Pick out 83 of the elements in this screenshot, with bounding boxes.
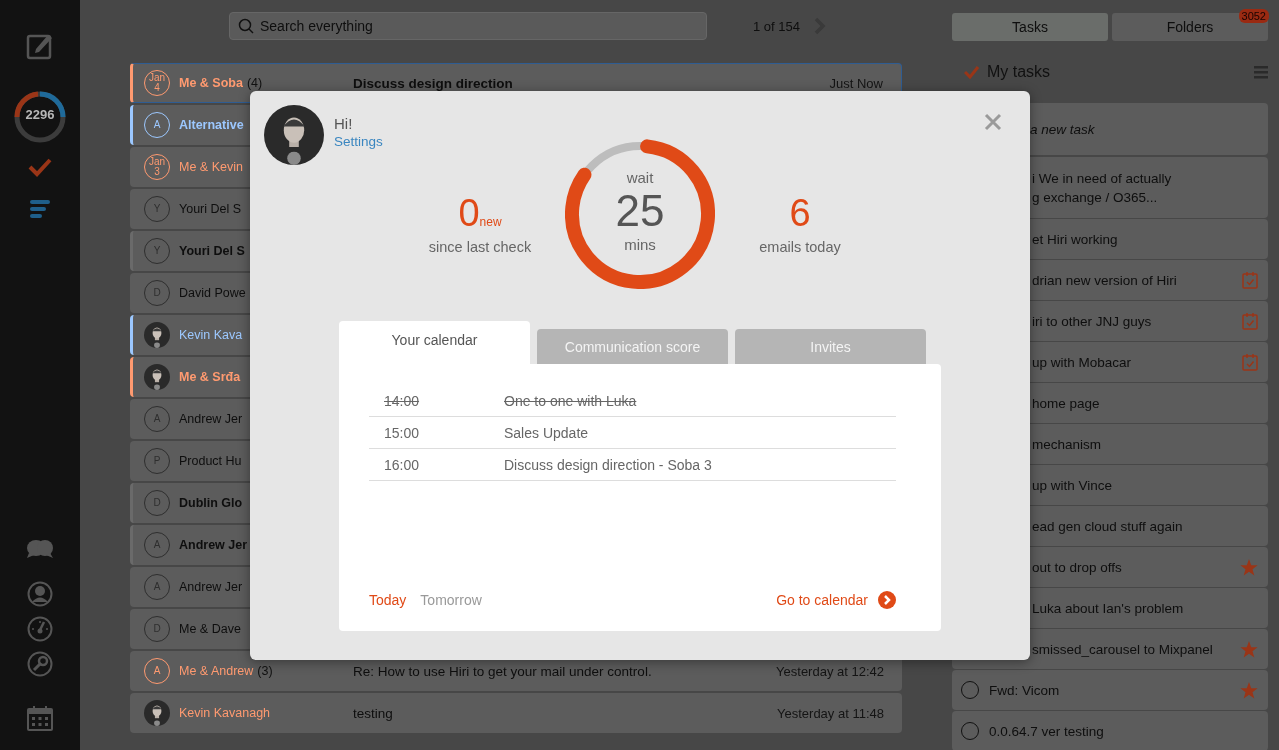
sender-name: Me & Andrew xyxy=(179,664,254,678)
event-time: 16:00 xyxy=(383,456,421,473)
task-text: smissed_carousel to Mixpanel xyxy=(1032,640,1214,659)
email-subject: Re: How to use Hiri to get your mail under control. xyxy=(353,663,653,679)
task-text: Fwd: Vicom xyxy=(989,681,1061,700)
task-text: home page xyxy=(1032,394,1101,413)
email-time: Yesterday at 11:48 xyxy=(777,705,884,721)
calendar-tab[interactable]: Communication score xyxy=(537,329,728,364)
sender-name: Me & Srđa xyxy=(179,370,241,384)
page-counter: 1 of 154 xyxy=(753,18,800,34)
stat-label: since last check xyxy=(428,239,532,255)
checkmark-icon xyxy=(964,65,979,79)
task-text: drian new version of Hiri xyxy=(1032,271,1178,290)
email-time: Just Now xyxy=(829,75,883,91)
counter-ring-drawing xyxy=(14,91,66,143)
sender-name: Alternative xyxy=(179,118,244,132)
task-row[interactable]: 0.0.64.7 ver testing xyxy=(952,711,1268,750)
chat-icon[interactable] xyxy=(26,539,54,559)
panel-tab[interactable]: Tasks xyxy=(952,13,1108,41)
chevron-icon[interactable] xyxy=(878,591,896,609)
task-text: mechanism xyxy=(1032,435,1103,454)
count-badge: 3052 xyxy=(1238,9,1269,23)
sender-name: Youri Del S xyxy=(179,202,242,216)
sender-name: Me & Kevin xyxy=(179,160,243,174)
timer-value: 25 xyxy=(615,186,665,236)
search-icon xyxy=(238,18,254,34)
star-icon[interactable] xyxy=(1240,558,1258,576)
event-title: One to one with Luka xyxy=(504,392,637,409)
email-subject: Discuss design direction xyxy=(353,75,514,91)
task-text: Luka about Ian's problem xyxy=(1032,599,1185,618)
task-text: ead gen cloud stuff again xyxy=(1032,517,1184,536)
stat-number: 6 xyxy=(789,191,811,235)
menu-icon[interactable] xyxy=(1254,65,1268,79)
email-subject: testing xyxy=(353,705,394,721)
event-time: 15:00 xyxy=(383,424,421,441)
checkmark-icon[interactable] xyxy=(28,156,52,178)
search-field[interactable]: Search everything xyxy=(229,12,707,40)
sender-name: Andrew Jer xyxy=(179,412,243,426)
event-title: Discuss design direction - Soba 3 xyxy=(504,456,712,473)
email-row[interactable]: Kevin Kavanagh testing Yesterday at 11:48 xyxy=(130,693,902,733)
sender-name: Product Hu xyxy=(179,454,242,468)
greeting: Hi! xyxy=(334,115,354,132)
task-text: out to drop offs xyxy=(1032,558,1123,577)
task-text: 0.0.64.7 ver testing xyxy=(989,722,1105,741)
email-time: Yesterday at 12:42 xyxy=(776,663,884,679)
thread-count: (4) xyxy=(246,76,263,90)
task-text: i We in need of actually g exchange / O365... xyxy=(1032,169,1173,207)
stat-number: 0 xyxy=(458,191,480,235)
task-row[interactable]: Fwd: Vicom xyxy=(952,670,1268,710)
stat-label: emails today xyxy=(759,239,841,255)
stat-suffix: new xyxy=(479,215,502,229)
event-time: 14:00 xyxy=(383,392,421,409)
calendar-link[interactable]: Go to calendar xyxy=(776,592,868,608)
calendar-icon[interactable] xyxy=(27,705,53,731)
event-title: Sales Update xyxy=(504,424,589,441)
star-icon[interactable] xyxy=(1240,681,1258,699)
settings-link[interactable]: Settings xyxy=(334,134,383,149)
task-text: up with Vince xyxy=(1032,476,1114,495)
timer-unit: mins xyxy=(624,236,656,253)
gauge-icon[interactable] xyxy=(27,616,53,642)
calendar-tab[interactable]: Your calendar xyxy=(339,321,530,364)
calendar-tab[interactable]: Invites xyxy=(735,329,926,364)
timer-caption: wait xyxy=(626,169,654,186)
unread-counter: 2296 xyxy=(24,107,56,122)
sender-name: Andrew Jer xyxy=(179,580,243,594)
sender-name: David Powe xyxy=(179,286,246,300)
user-icon[interactable] xyxy=(27,581,53,607)
task-text: up with Mobacar xyxy=(1032,353,1133,372)
star-icon[interactable] xyxy=(1240,640,1258,658)
sender-name: Kevin Kavanagh xyxy=(179,706,271,720)
day-link[interactable]: Today xyxy=(369,592,407,608)
day-link[interactable]: Tomorrow xyxy=(420,592,482,608)
thread-count: (3) xyxy=(257,664,273,678)
task-text: iri to other JNJ guys xyxy=(1032,312,1153,331)
sender-name: Kevin Kava xyxy=(179,328,243,342)
list-icon[interactable] xyxy=(30,200,50,218)
close-icon[interactable] xyxy=(984,113,1002,131)
sender-name: Me & Soba xyxy=(179,76,243,90)
sender-name: Dublin Glo xyxy=(179,496,243,510)
task-text: et Hiri working xyxy=(1032,230,1119,249)
sender-name: Me & Dave xyxy=(179,622,241,636)
sender-name: Youri Del S xyxy=(179,244,245,258)
sender-name: Andrew Jer xyxy=(179,538,248,552)
